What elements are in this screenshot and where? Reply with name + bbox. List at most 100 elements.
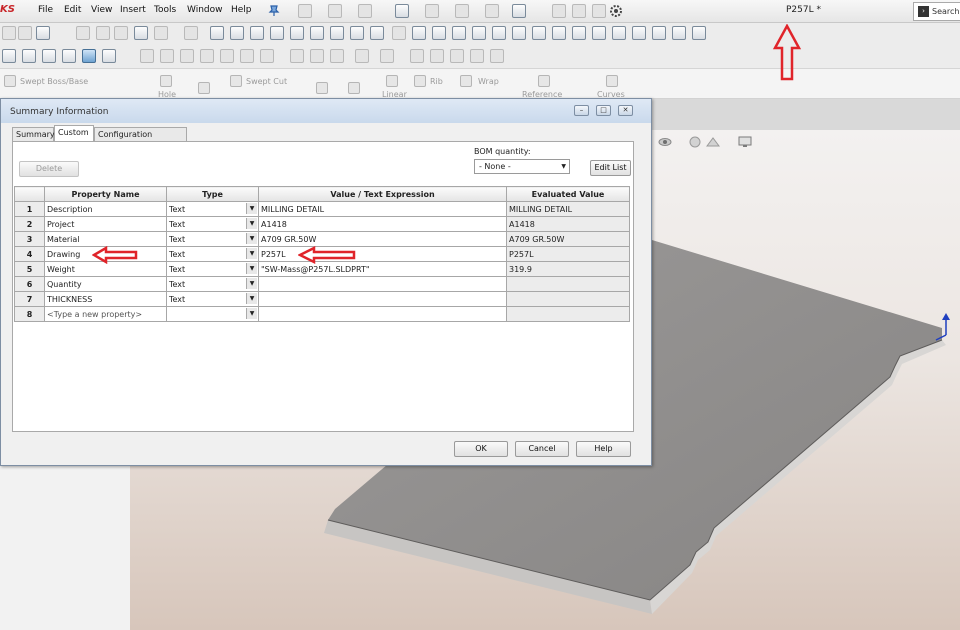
type-cell[interactable]: Text ▼ (166, 276, 259, 292)
revolved-cut-icon[interactable] (198, 82, 210, 94)
features-icon[interactable] (36, 26, 50, 40)
feature-wrap-label[interactable]: Wrap (478, 77, 499, 86)
section-view-icon[interactable] (102, 49, 116, 63)
rectangle-icon[interactable] (230, 26, 244, 40)
help-button[interactable]: Help (576, 441, 631, 457)
tab-custom[interactable]: Custom (54, 125, 94, 141)
column-header-type[interactable]: Type (166, 186, 259, 202)
stop-icon[interactable] (430, 49, 444, 63)
sketch-edge-icon[interactable] (330, 49, 344, 63)
zoom-icon[interactable] (355, 49, 369, 63)
weld-icon[interactable] (592, 26, 606, 40)
table-row[interactable]: 6 Quantity Text ▼ (14, 276, 630, 292)
table-row[interactable]: 1 Description Text ▼ MILLING DETAIL MILLING D… (14, 201, 630, 217)
filter-edges-icon[interactable] (96, 26, 110, 40)
pin-icon[interactable] (268, 4, 280, 17)
spline-icon[interactable] (310, 26, 324, 40)
view-front-icon[interactable] (140, 49, 154, 63)
menu-help[interactable]: Help (231, 5, 252, 15)
property-name-cell[interactable]: Quantity (44, 276, 167, 292)
tab-configuration-specific[interactable]: Configuration Specific (94, 127, 187, 153)
view-back-icon[interactable] (160, 49, 174, 63)
relations-icon[interactable] (452, 26, 466, 40)
rotate-icon[interactable] (380, 49, 394, 63)
circle-icon[interactable] (250, 26, 264, 40)
type-cell[interactable]: Text ▼ (166, 246, 259, 262)
smart-dimension-icon[interactable] (472, 26, 486, 40)
value-cell[interactable]: "SW-Mass@P257L.SLDPRT" (258, 261, 507, 277)
ellipse-icon[interactable] (350, 26, 364, 40)
hole-wizard-icon[interactable] (160, 75, 172, 87)
type-cell[interactable]: Text ▼ (166, 261, 259, 277)
table-icon[interactable] (692, 26, 706, 40)
view-isometric-icon[interactable] (260, 49, 274, 63)
pattern-icon[interactable] (432, 26, 446, 40)
list-icon[interactable] (592, 4, 606, 18)
menu-insert[interactable]: Insert (120, 5, 146, 15)
wrap-icon[interactable] (460, 75, 472, 87)
hidden-lines-visible-icon[interactable] (22, 49, 36, 63)
delete-button[interactable]: Delete (19, 161, 79, 177)
balloon-icon[interactable] (572, 26, 586, 40)
center-mark-icon[interactable] (672, 26, 686, 40)
dropdown-arrow-icon[interactable]: ▼ (246, 233, 257, 244)
sketch-plane-icon[interactable] (290, 49, 304, 63)
feature-rib-label[interactable]: Rib (430, 77, 443, 86)
file-properties-icon[interactable] (552, 4, 566, 18)
tab-summary[interactable]: Summary (12, 127, 55, 141)
slot-icon[interactable] (330, 26, 344, 40)
value-cell[interactable]: A709 GR.50W (258, 231, 507, 247)
view-bottom-icon[interactable] (240, 49, 254, 63)
select-icon[interactable] (485, 4, 499, 18)
play-icon[interactable] (410, 49, 424, 63)
table-row[interactable]: 2 Project Text ▼ A1418 A1418 (14, 216, 630, 232)
hole-callout-icon[interactable] (632, 26, 646, 40)
convert-entities-icon[interactable] (512, 26, 526, 40)
property-name-cell[interactable]: Project (44, 216, 167, 232)
feature-swept-cut-label[interactable]: Swept Cut (246, 77, 287, 86)
menu-view[interactable]: View (91, 5, 112, 15)
search-box[interactable]: › Search (913, 2, 960, 21)
value-cell[interactable] (258, 306, 507, 322)
close-icon[interactable]: ✕ (618, 105, 633, 116)
reference-geometry-icon[interactable] (538, 75, 550, 87)
property-name-cell[interactable]: <Type a new property> (44, 306, 167, 322)
record-icon[interactable] (450, 49, 464, 63)
surface-finish-icon[interactable] (612, 26, 626, 40)
mirror-icon[interactable] (412, 26, 426, 40)
filter-vertices-icon[interactable] (134, 26, 148, 40)
property-name-cell[interactable]: Material (44, 231, 167, 247)
column-header-value[interactable]: Value / Text Expression (258, 186, 507, 202)
type-cell[interactable]: Text ▼ (166, 231, 259, 247)
filter-faces-icon[interactable] (114, 26, 128, 40)
shaded-with-edges-icon[interactable] (62, 49, 76, 63)
rebuild-icon[interactable] (512, 4, 526, 18)
menu-edit[interactable]: Edit (64, 5, 81, 15)
property-name-cell[interactable]: THICKNESS (44, 291, 167, 307)
dimension-icon[interactable] (18, 26, 32, 40)
line-icon[interactable] (210, 26, 224, 40)
print-icon[interactable] (395, 4, 409, 18)
options-icon[interactable] (609, 4, 623, 18)
type-cell[interactable]: ▼ (166, 306, 259, 322)
ok-button[interactable]: OK (454, 441, 508, 457)
undo-icon[interactable] (425, 4, 439, 18)
dialog-titlebar[interactable]: Summary Information – □ ✕ (1, 99, 651, 123)
curves-icon[interactable] (606, 75, 618, 87)
column-header-property-name[interactable]: Property Name (44, 186, 167, 202)
type-cell[interactable]: Text ▼ (166, 201, 259, 217)
step-icon[interactable] (470, 49, 484, 63)
value-cell[interactable]: MILLING DETAIL (258, 201, 507, 217)
type-cell[interactable]: Text ▼ (166, 216, 259, 232)
menu-window[interactable]: Window (187, 5, 223, 15)
rib-icon[interactable] (414, 75, 426, 87)
menu-tools[interactable]: Tools (154, 5, 176, 15)
trim-icon[interactable] (370, 26, 384, 40)
note-icon[interactable] (652, 26, 666, 40)
linear-pattern-icon[interactable] (386, 75, 398, 87)
table-row[interactable]: 8 <Type a new property> ▼ (14, 306, 630, 322)
move-icon[interactable] (572, 4, 586, 18)
view-left-icon[interactable] (180, 49, 194, 63)
new-document-icon[interactable] (298, 4, 312, 18)
maximize-icon[interactable]: □ (596, 105, 611, 116)
